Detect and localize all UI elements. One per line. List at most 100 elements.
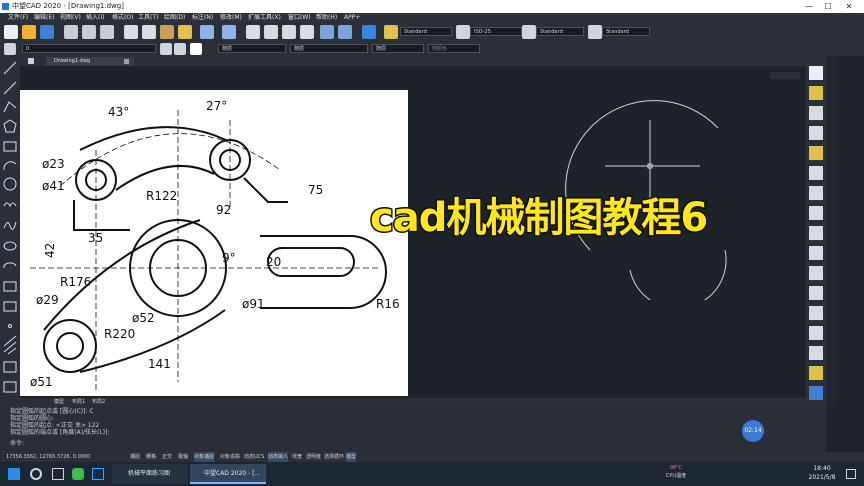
toggle-model[interactable]: 模型 <box>346 452 357 462</box>
toggle-osnap[interactable]: 对象捕捉 <box>194 452 215 462</box>
tab-model[interactable]: 模型 <box>54 398 64 406</box>
join-icon[interactable] <box>809 306 823 320</box>
redo-icon[interactable] <box>222 25 236 39</box>
match-properties-icon[interactable] <box>178 25 192 39</box>
dim-style-select[interactable]: ISO-25 <box>470 27 522 36</box>
toggle-selection-cycling[interactable]: 选择循环 <box>324 452 344 462</box>
zoom-realtime-icon[interactable] <box>264 25 278 39</box>
zoom-previous-icon[interactable] <box>300 25 314 39</box>
preview-icon[interactable] <box>82 25 96 39</box>
tab-layout2[interactable]: 布局2 <box>92 398 105 406</box>
start-icon[interactable] <box>8 468 20 480</box>
offset-icon[interactable] <box>809 126 823 140</box>
mleader-style-select[interactable]: Standard <box>602 27 650 36</box>
color-select[interactable]: 随层 <box>218 44 286 53</box>
toggle-ducs[interactable]: 动态UCS <box>244 452 264 462</box>
revcloud-tool-icon <box>3 202 17 208</box>
clock[interactable]: 18:40 2021/5/8 <box>802 464 842 482</box>
toggle-transparency[interactable]: 透明度 <box>306 452 321 462</box>
menu-modify[interactable]: 修改(M) <box>220 13 242 22</box>
file-tab-menu-icon[interactable] <box>28 58 34 64</box>
wechat-icon[interactable] <box>72 468 84 480</box>
toggle-dyn[interactable]: 动态输入 <box>268 452 289 462</box>
plot-style-select[interactable]: 随颜色 <box>428 44 480 53</box>
toggle-otrack[interactable]: 对象追踪 <box>220 452 240 462</box>
open-icon[interactable] <box>22 25 36 39</box>
scale-icon[interactable] <box>809 206 823 220</box>
layer-match-icon[interactable] <box>174 43 186 55</box>
menu-app[interactable]: APP+ <box>344 13 360 22</box>
close-button[interactable]: ✕ <box>842 0 856 13</box>
chamfer-icon[interactable] <box>809 326 823 340</box>
menu-format[interactable]: 格式(O) <box>112 13 133 22</box>
maximize-button[interactable]: ☐ <box>821 0 835 13</box>
fillet-icon[interactable] <box>809 346 823 360</box>
layer-previous-icon[interactable] <box>160 43 172 55</box>
undo-icon[interactable] <box>200 25 214 39</box>
copy-icon[interactable] <box>142 25 156 39</box>
rotate-icon[interactable] <box>809 186 823 200</box>
minimize-button[interactable]: — <box>802 0 816 13</box>
command-history-line: 指定圆弧的圆心: <box>10 415 55 422</box>
menu-draw[interactable]: 绘图(D) <box>164 13 185 22</box>
notification-icon[interactable] <box>846 469 856 479</box>
paste-icon[interactable] <box>160 25 174 39</box>
menu-window[interactable]: 窗口(W) <box>288 13 311 22</box>
draworder-icon[interactable] <box>809 386 823 400</box>
menu-dimension[interactable]: 标注(N) <box>192 13 213 22</box>
photoshop-icon[interactable] <box>92 468 104 480</box>
search-icon[interactable] <box>30 468 42 480</box>
taskbar-app-zwcad[interactable]: 中望CAD 2020 - [... <box>190 464 266 484</box>
help-icon[interactable] <box>362 25 376 39</box>
design-center-icon[interactable] <box>338 25 352 39</box>
properties-icon[interactable] <box>320 25 334 39</box>
tab-drawing1[interactable]: Drawing1.dwg <box>46 57 134 66</box>
toggle-snap[interactable]: 捕捉 <box>130 452 140 462</box>
menu-file[interactable]: 文件(F) <box>8 13 28 22</box>
vertical-scrollbar[interactable] <box>826 56 836 406</box>
taskbar-app-exercise[interactable]: 机械平面练习图 <box>112 464 188 484</box>
command-window[interactable]: 指定圆弧的起点或 [圆心(C)]: C 指定圆弧的圆心: 指定圆弧的起点: <正… <box>0 406 826 452</box>
tab-layout1[interactable]: 布局1 <box>72 398 85 406</box>
toggle-ortho[interactable]: 正交 <box>162 452 172 462</box>
draw-tool-icons <box>3 61 17 393</box>
explode-icon[interactable] <box>809 366 823 380</box>
erase-icon[interactable] <box>809 66 823 80</box>
move-icon[interactable] <box>809 166 823 180</box>
stretch-icon[interactable] <box>809 226 823 240</box>
linetype-select[interactable]: 随层 <box>290 44 368 53</box>
array-icon[interactable] <box>809 146 823 160</box>
extend-icon[interactable] <box>809 266 823 280</box>
copy-object-icon[interactable] <box>809 86 823 100</box>
menu-view[interactable]: 视图(V) <box>60 13 81 22</box>
toggle-polar[interactable]: 极轴 <box>178 452 188 462</box>
lineweight-select[interactable]: 随层 <box>372 44 424 53</box>
pan-icon[interactable] <box>246 25 260 39</box>
trim-icon[interactable] <box>809 246 823 260</box>
toggle-grid[interactable]: 栅格 <box>146 452 156 462</box>
menu-extend[interactable]: 扩展工具(X) <box>248 13 281 22</box>
clock-time: 18:40 <box>813 465 831 472</box>
menu-insert[interactable]: 插入(I) <box>86 13 104 22</box>
menu-help[interactable]: 帮助(H) <box>316 13 337 22</box>
viewport-controls[interactable] <box>770 72 800 79</box>
publish-icon[interactable] <box>100 25 114 39</box>
menu-tools[interactable]: 工具(T) <box>138 13 158 22</box>
break-icon[interactable] <box>809 286 823 300</box>
table-style-select[interactable]: Standard <box>536 27 584 36</box>
cpu-temp: 98°C CPU温度 <box>664 464 688 480</box>
new-icon[interactable] <box>4 25 18 39</box>
tab-close-icon[interactable] <box>124 59 129 64</box>
save-icon[interactable] <box>40 25 54 39</box>
layer-select[interactable]: 0 <box>22 44 156 53</box>
text-style-select[interactable]: Standard <box>400 27 452 36</box>
cut-icon[interactable] <box>124 25 138 39</box>
print-icon[interactable] <box>64 25 78 39</box>
command-prompt[interactable]: 命令: <box>10 440 24 447</box>
toggle-lineweight[interactable]: 线宽 <box>292 452 302 462</box>
task-view-icon[interactable] <box>52 468 64 480</box>
mirror-icon[interactable] <box>809 106 823 120</box>
layer-manager-icon[interactable] <box>4 43 16 55</box>
zoom-window-icon[interactable] <box>282 25 296 39</box>
menu-edit[interactable]: 编辑(E) <box>34 13 54 22</box>
